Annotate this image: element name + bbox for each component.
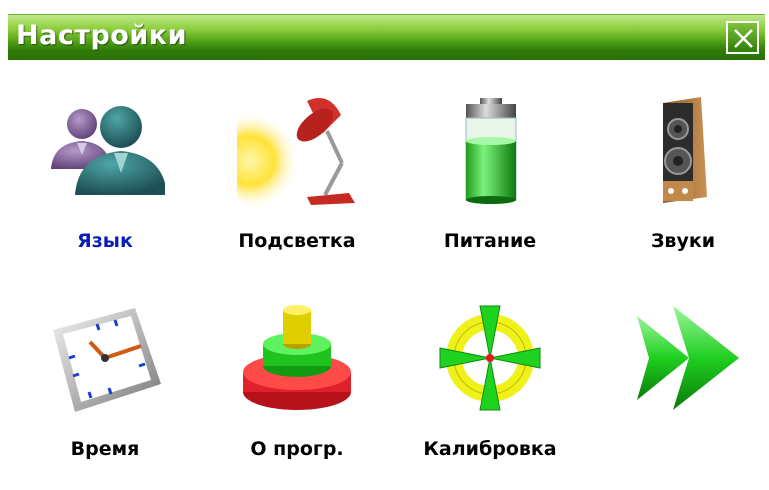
tile-calibration[interactable]: Калибровка bbox=[405, 300, 575, 490]
tile-language[interactable]: Язык bbox=[20, 93, 190, 283]
close-button[interactable] bbox=[726, 21, 759, 54]
battery-icon bbox=[465, 98, 517, 204]
clock-icon bbox=[53, 308, 161, 412]
tile-backlight[interactable]: Подсветка bbox=[212, 93, 382, 283]
close-icon bbox=[734, 29, 753, 48]
tile-label: О прогр. bbox=[250, 438, 344, 460]
next-arrow-icon bbox=[637, 306, 739, 410]
tile-sounds[interactable]: Звуки bbox=[598, 93, 768, 283]
next-page-button[interactable] bbox=[598, 300, 768, 490]
info-stack-icon bbox=[243, 305, 351, 410]
calibration-target-icon bbox=[439, 305, 541, 411]
tile-label: Время bbox=[70, 438, 140, 460]
speaker-icon bbox=[663, 97, 707, 203]
tile-time[interactable]: Время bbox=[20, 300, 190, 490]
tile-about[interactable]: О прогр. bbox=[212, 300, 382, 490]
tile-label: Язык bbox=[77, 230, 133, 252]
window-title: Настройки bbox=[16, 20, 188, 51]
tile-label: Звуки bbox=[650, 230, 716, 252]
tile-label: Питание bbox=[443, 230, 537, 252]
tile-power[interactable]: Питание bbox=[405, 93, 575, 283]
tile-label: Подсветка bbox=[238, 230, 356, 252]
desk-lamp-icon bbox=[237, 98, 355, 210]
people-icon bbox=[51, 106, 165, 195]
title-bar: Настройки bbox=[8, 14, 765, 60]
tile-label: Калибровка bbox=[423, 438, 557, 460]
